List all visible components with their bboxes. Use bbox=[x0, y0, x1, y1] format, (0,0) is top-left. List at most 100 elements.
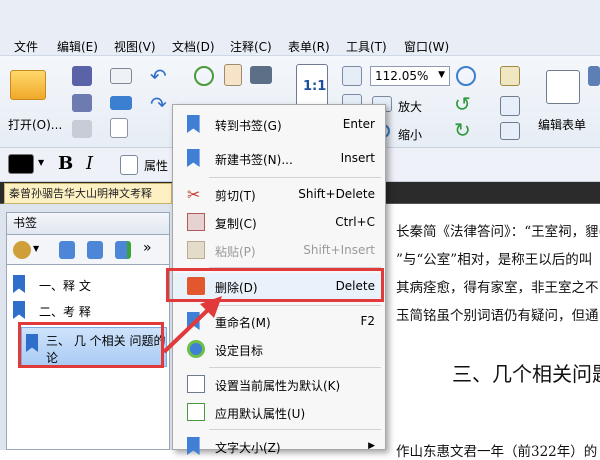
copy-icon bbox=[187, 213, 205, 231]
menu-item-text-size[interactable]: 文字大小(Z) ▶ bbox=[173, 433, 385, 459]
color-swatch[interactable] bbox=[8, 154, 34, 174]
menu-item-paste[interactable]: 粘贴(P) Shift+Insert bbox=[173, 237, 385, 263]
save-icon[interactable] bbox=[72, 66, 92, 86]
menu-item-copy[interactable]: 复制(C) Ctrl+C bbox=[173, 209, 385, 235]
text-tool-icon[interactable] bbox=[500, 66, 520, 86]
menu-item-shortcut: Shift+Delete bbox=[298, 187, 375, 201]
menu-item-label: 粘贴(P) bbox=[215, 245, 256, 259]
menu-comment[interactable]: 注释(C) bbox=[230, 38, 272, 55]
undo-icon[interactable]: ↶ bbox=[150, 64, 167, 88]
bold-button[interactable]: B bbox=[58, 153, 73, 174]
zoom-in-icon[interactable] bbox=[456, 66, 476, 86]
menu-document[interactable]: 文档(D) bbox=[172, 38, 215, 55]
menu-edit[interactable]: 编辑(E) bbox=[57, 38, 98, 55]
menu-tools[interactable]: 工具(T) bbox=[346, 38, 387, 55]
apply-default-icon bbox=[187, 403, 205, 421]
zoom-value: 112.05% bbox=[375, 69, 429, 83]
context-menu: 转到书签(G) Enter 新建书签(N)... Insert ✂ 剪切(T) … bbox=[172, 104, 386, 455]
annotation-arrow bbox=[162, 296, 222, 354]
chevron-down-icon[interactable]: ▼ bbox=[38, 158, 44, 167]
menu-item-shortcut: Insert bbox=[340, 151, 375, 165]
bookmark-panel-toolbar: ▼ » bbox=[6, 234, 170, 264]
document-text-line: 长秦简《法律答问》：“王室祠，貍( bbox=[396, 224, 600, 240]
bookmark-label: 二、考 释 bbox=[39, 305, 91, 319]
bookmark-icon bbox=[26, 334, 38, 352]
italic-button[interactable]: I bbox=[86, 153, 93, 174]
menu-item-label: 应用默认属性(U) bbox=[215, 407, 306, 421]
menu-item-shortcut: F2 bbox=[360, 314, 375, 328]
arrow-shaft bbox=[162, 304, 214, 354]
bookmark-icon bbox=[13, 301, 25, 319]
fit-page-icon[interactable] bbox=[342, 66, 362, 86]
menu-separator bbox=[209, 367, 381, 368]
menu-window[interactable]: 窗口(W) bbox=[404, 38, 449, 55]
email-icon[interactable] bbox=[110, 68, 132, 84]
more-tools-icon[interactable] bbox=[588, 66, 600, 86]
bookmark-label-continued: 论 bbox=[46, 351, 59, 365]
actual-size-label: 1:1 bbox=[303, 79, 327, 94]
menu-separator bbox=[209, 177, 381, 178]
scan-icon[interactable] bbox=[72, 120, 92, 138]
collapse-bookmark-icon[interactable] bbox=[87, 241, 103, 259]
menu-item-label: 文字大小(Z) bbox=[215, 441, 281, 455]
bookmark-list: 一、释 文 二、考 释 三、 几 个相关 问题的 论 bbox=[6, 264, 170, 450]
back-icon[interactable] bbox=[194, 66, 214, 86]
menu-view[interactable]: 视图(V) bbox=[114, 38, 156, 55]
shrink-label[interactable]: 缩小 bbox=[398, 126, 422, 143]
snapshot-icon[interactable] bbox=[250, 66, 272, 84]
enlarge-label[interactable]: 放大 bbox=[398, 98, 422, 115]
chevron-down-icon: ▼ bbox=[438, 70, 445, 80]
document-text-line: 其病痊愈，得有家室，非王室之不 bbox=[396, 280, 599, 296]
more-icon[interactable]: » bbox=[143, 240, 152, 256]
add-text-icon[interactable] bbox=[500, 96, 520, 116]
menu-item-set-default[interactable]: 设置当前属性为默认(K) bbox=[173, 371, 385, 397]
edit-form-label[interactable]: 编辑表单 bbox=[538, 116, 586, 133]
menu-item-label: 复制(C) bbox=[215, 217, 257, 231]
menu-item-cut[interactable]: ✂ 剪切(T) Shift+Delete bbox=[173, 181, 385, 207]
open-button-label[interactable]: 打开(O)... bbox=[8, 116, 62, 133]
menu-file[interactable]: 文件 bbox=[14, 38, 38, 55]
section-heading: 三、几个相关问题 bbox=[452, 362, 600, 386]
rotate-right-icon[interactable]: ↻ bbox=[454, 118, 471, 142]
gear-icon[interactable] bbox=[13, 241, 31, 259]
menu-separator bbox=[209, 305, 381, 306]
bookmark-item[interactable]: 一、释 文 bbox=[13, 273, 163, 297]
goto-bookmark-icon bbox=[187, 115, 200, 133]
form-field-icon[interactable] bbox=[500, 122, 520, 140]
edit-form-icon[interactable] bbox=[546, 70, 580, 104]
properties-icon[interactable] bbox=[120, 155, 138, 175]
bookmark-item[interactable]: 二、考 释 bbox=[13, 299, 163, 323]
open-folder-icon[interactable] bbox=[10, 70, 46, 100]
bookmark-item-selected[interactable]: 三、 几 个相关 问题的 论 bbox=[21, 327, 167, 367]
menu-item-new-bookmark[interactable]: 新建书签(N)... Insert bbox=[173, 145, 385, 171]
menu-item-apply-default[interactable]: 应用默认属性(U) bbox=[173, 399, 385, 425]
bookmark-label: 三、 几 个相关 问题的 bbox=[46, 334, 166, 348]
add-bookmark-icon[interactable] bbox=[115, 241, 131, 259]
document-text-line: 玉简铭虽个别词语仍有疑问，但通 bbox=[396, 308, 599, 324]
zoom-select[interactable]: 112.05% ▼ bbox=[370, 66, 450, 86]
print-icon[interactable] bbox=[72, 94, 92, 112]
redo-icon[interactable]: ↷ bbox=[150, 92, 167, 116]
expand-bookmark-icon[interactable] bbox=[59, 241, 75, 259]
scissors-icon: ✂ bbox=[187, 185, 201, 204]
bookmark-panel-title: 书签 bbox=[6, 212, 170, 234]
menu-item-shortcut: Delete bbox=[335, 279, 375, 293]
document-text-line: 作山东惠文君一年（前322年）的 bbox=[396, 444, 598, 460]
new-doc-icon[interactable] bbox=[110, 118, 128, 138]
rotate-left-icon[interactable]: ↺ bbox=[454, 92, 471, 116]
bookmark-label: 一、释 文 bbox=[39, 279, 91, 293]
menu-item-label: 设置当前属性为默认(K) bbox=[215, 379, 341, 393]
menu-item-label: 转到书签(G) bbox=[215, 119, 282, 133]
properties-label[interactable]: 属性 bbox=[144, 157, 168, 174]
menu-form[interactable]: 表单(R) bbox=[288, 38, 330, 55]
menu-item-goto-bookmark[interactable]: 转到书签(G) Enter bbox=[173, 111, 385, 137]
upload-icon[interactable] bbox=[110, 96, 132, 110]
text-size-icon bbox=[187, 437, 200, 455]
document-text-line: ”与“公室”相对，是称王以后的叫 bbox=[396, 252, 593, 268]
chevron-down-icon[interactable]: ▼ bbox=[33, 244, 39, 253]
menu-item-label: 剪切(T) bbox=[215, 189, 256, 203]
menu-separator bbox=[209, 267, 381, 268]
document-tab[interactable]: 秦曾孙骃告华大山明神文考释 bbox=[4, 183, 172, 204]
hand-tool-icon[interactable] bbox=[224, 64, 242, 86]
menu-item-shortcut: Ctrl+C bbox=[335, 215, 375, 229]
